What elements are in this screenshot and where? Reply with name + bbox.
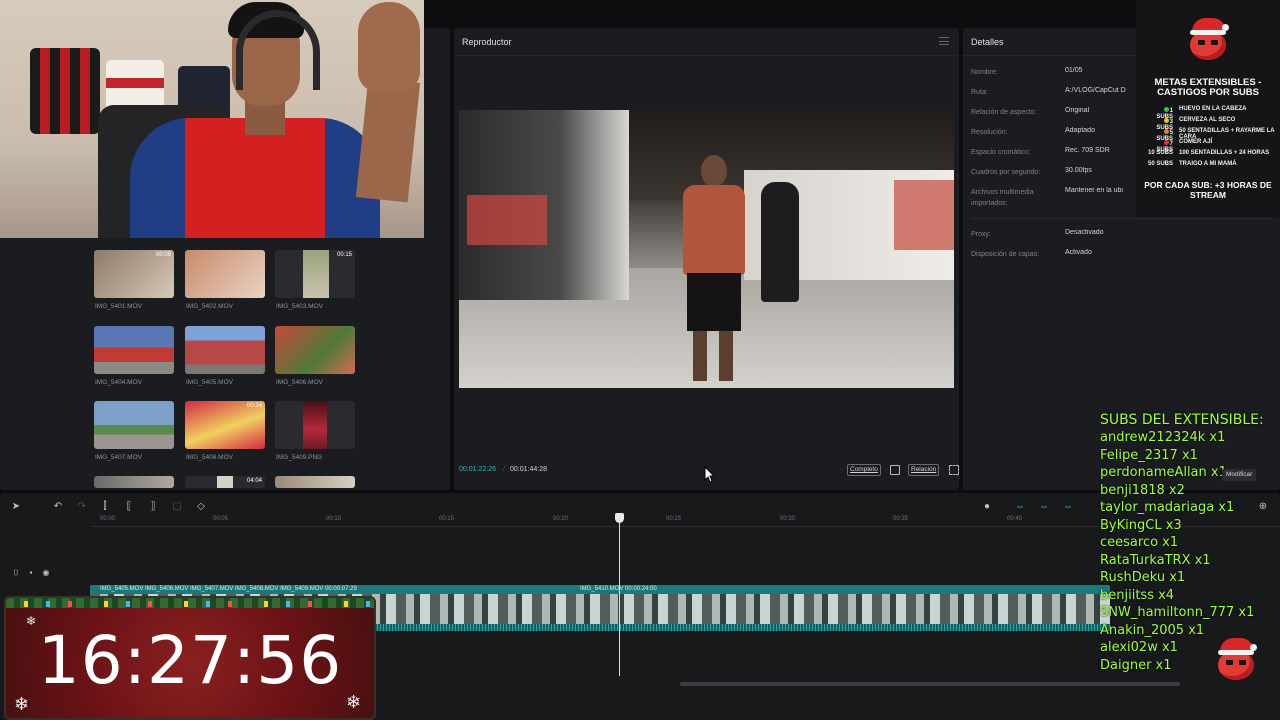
snapshot-icon[interactable] [890,465,900,475]
media-name: IMG_5407.MOV [95,454,142,461]
sub-entry: ByKingCL x3 [1100,517,1182,533]
media-item[interactable]: IMG_5404.MOV [94,326,174,386]
eye-icon[interactable]: ◉ [40,567,52,579]
media-item[interactable]: IMG_5409.PNG [275,401,355,461]
sub-entry: andrew212324k x1 [1100,430,1226,445]
timecode-current: 00:01:22:26 [459,466,496,473]
split-icon[interactable]: ⫿ [99,501,111,513]
media-duration: 00:15 [336,252,352,258]
media-thumbnail[interactable] [94,401,174,449]
complete-button[interactable]: Completo [847,464,881,476]
link-icon[interactable]: ⇔ [1014,501,1026,513]
clock-time: 16:27:56 [37,622,343,699]
media-name: IMG_5404.MOV [95,379,142,386]
media-thumbnail[interactable]: 04:04 [185,476,265,488]
media-item[interactable]: 00:24 IMG_5408.MOV [185,401,265,461]
marker-icon[interactable]: ◇ [195,501,207,513]
preview-axis-icon[interactable]: ⇔ [1062,501,1074,513]
media-name: IMG_5408.MOV [186,454,233,461]
modify-button[interactable]: Modificar [1222,469,1257,481]
divider [971,218,1272,219]
sub-entry: benji1818 x2 [1100,482,1185,498]
menu-icon[interactable] [939,37,949,45]
playhead[interactable] [619,518,620,676]
select-tool-icon[interactable]: ➤ [10,501,22,513]
clip-label-row: IMG_5405.MOV IMG_5406.MOV IMG_5407.MOV I… [90,585,1110,594]
timeline-scrollbar[interactable] [680,682,1180,686]
redo-icon[interactable]: ↷ [76,501,88,513]
media-thumbnail[interactable] [94,326,174,374]
waving-hand [358,2,420,92]
media-thumbnail[interactable] [275,326,355,374]
subs-title: SUBS DEL EXTENSIBLE: [1100,412,1264,428]
media-item[interactable] [94,476,174,488]
media-item[interactable]: IMG_5405.MOV [185,326,265,386]
media-thumbnail[interactable] [275,401,355,449]
player-title: Reproductor [454,28,959,56]
media-item[interactable]: 00:09 IMG_5401.MOV [94,250,174,310]
ratio-button[interactable]: Relación [908,464,940,476]
media-thumbnail[interactable]: 00:15 [275,250,355,298]
sub-entry: taylor_madariaga x1 [1100,500,1235,515]
delete-icon[interactable]: ▢ [171,501,183,513]
player-panel: Reproductor 00:01:22:26 / 00:01:44:28 Co… [454,28,959,490]
devil-santa-icon [1186,16,1230,60]
subs-overlay: SUBS DEL EXTENSIBLE: andrew212324k x1 Fe… [1100,412,1278,674]
track-cover-icon[interactable]: ⌷ [10,567,22,579]
mouse-cursor-icon [704,466,716,483]
media-duration: 00:24 [246,403,262,409]
goals-overlay: METAS EXTENSIBLES - CASTIGOS POR SUBS 1 … [1136,0,1280,218]
sub-entry: SNW_hamiltonn_777 x1 [1100,605,1255,620]
media-item[interactable]: IMG_5402.MOV [185,250,265,310]
snap-icon[interactable]: ⇔ [1038,501,1050,513]
media-name: IMG_5401.MOV [95,303,142,310]
split-right-icon[interactable]: ⟧ [147,501,159,513]
split-left-icon[interactable]: ⟦ [123,501,135,513]
media-item[interactable]: 00:15 IMG_5403.MOV [275,250,355,310]
media-name: IMG_5409.PNG [276,454,323,461]
sub-entry: ceesarco x1 [1100,535,1179,550]
media-duration: 00:09 [155,252,171,258]
media-duration: 04:04 [246,478,262,484]
devil-santa-icon [1214,636,1258,680]
media-item[interactable]: IMG_5407.MOV [94,401,174,461]
sub-entry: Felipe_2317 x1 [1100,447,1198,463]
goals-list: 1 SUBS HUEVO EN LA CABEZA 3 SUBS CERVEZA… [1146,106,1276,173]
media-thumbnail[interactable] [94,476,174,488]
webcam-overlay [0,0,424,238]
media-name: IMG_5406.MOV [276,379,323,386]
countdown-clock: ❄ ❄ ❄ 16:27:56 [4,596,376,720]
media-thumbnail[interactable] [275,476,355,488]
media-thumbnail[interactable] [185,326,265,374]
fullscreen-icon[interactable] [949,465,959,475]
media-item[interactable]: 04:04 [185,476,265,488]
media-thumbnail[interactable]: 00:24 [185,401,265,449]
timecode-total: 00:01:44:28 [510,466,547,473]
sub-entry: RataTurkaTRX x1 [1100,552,1211,568]
media-name: IMG_5403.MOV [276,303,323,310]
media-thumbnail[interactable]: 00:09 [94,250,174,298]
streamer-body [130,118,380,238]
media-name: IMG_5405.MOV [186,379,233,386]
sub-entry: benjiitss x4 [1100,587,1175,603]
lock-icon[interactable]: ▪ [25,567,37,579]
microphone-icon[interactable]: ● [981,501,993,513]
sub-entry: RushDeku x1 [1100,570,1186,585]
media-name: IMG_5402.MOV [186,303,233,310]
video-preview[interactable] [459,110,954,388]
headset [236,10,320,90]
goal-item: 50 SUBS TRAIGO A MI MAMÁ [1147,161,1237,167]
person-figure [677,155,749,385]
goals-footer: POR CADA SUB: +3 HORAS DE STREAM [1144,180,1272,200]
undo-icon[interactable]: ↶ [52,501,64,513]
goals-title: METAS EXTENSIBLES - CASTIGOS POR SUBS [1154,77,1262,98]
media-item[interactable] [275,476,355,488]
media-item[interactable]: IMG_5406.MOV [275,326,355,386]
jersey [30,48,100,134]
media-thumbnail[interactable] [185,250,265,298]
